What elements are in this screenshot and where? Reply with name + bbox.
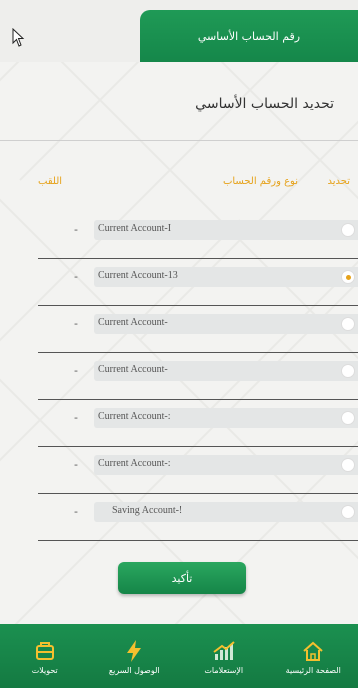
account-row[interactable]: - Current Account-I [38,212,358,259]
account-name: Current Account- [98,317,168,328]
account-radio[interactable] [341,458,355,472]
nav-home[interactable]: الصفحة الرئيسية [269,624,358,688]
account-nickname: - [74,364,78,377]
account-name: Current Account-: [98,411,171,422]
account-radio[interactable] [341,317,355,331]
account-nickname: - [74,270,78,283]
account-nickname: - [74,458,78,471]
home-icon [301,638,325,664]
section-title: تحديد الحساب الأساسي [195,96,334,112]
account-name: Current Account-: [98,458,171,469]
account-nickname: - [74,411,78,424]
confirm-button-label: تأكيد [171,571,193,585]
column-header-select: تحديد [327,176,350,187]
nav-quick-access[interactable]: الوصول السريع [90,624,180,688]
nav-home-label: الصفحة الرئيسية [285,665,341,675]
account-radio-selected[interactable] [341,270,355,284]
account-nickname: - [74,317,78,330]
bottom-nav: تحويلات الوصول السريع الإستعلامات الصفحة… [0,624,358,688]
account-radio[interactable] [341,364,355,378]
account-row[interactable]: - Current Account- [38,353,358,400]
account-row[interactable]: - Current Account- [38,306,358,353]
tab-primary-account[interactable]: رقم الحساب الأساسي [140,10,358,62]
tab-primary-account-label: رقم الحساب الأساسي [197,29,301,43]
account-radio[interactable] [341,223,355,237]
chart-icon [212,638,236,664]
lightning-icon [124,638,144,664]
transfer-icon [34,638,56,664]
confirm-button[interactable]: تأكيد [118,562,246,594]
nav-transfers[interactable]: تحويلات [0,624,90,688]
account-row[interactable]: - Current Account-: [38,400,358,447]
account-nickname: - [74,223,78,236]
account-radio[interactable] [341,505,355,519]
account-row[interactable]: - Current Account-: [38,447,358,494]
account-list: - Current Account-I - Current Account-13… [38,212,358,541]
account-name: Saving Account-! [112,505,183,516]
divider [0,140,358,141]
nav-transfers-label: تحويلات [31,665,58,675]
nav-inquiries-label: الإستعلامات [204,665,244,675]
account-name: Current Account- [98,364,168,375]
column-header-account-type: نوع ورقم الحساب [222,176,298,187]
account-name: Current Account-I [98,223,172,234]
column-header-nickname: اللقب [38,176,63,187]
nav-quick-access-label: الوصول السريع [108,665,160,675]
account-row[interactable]: - Saving Account-! [38,494,358,541]
account-row[interactable]: - Current Account-13 [38,259,358,306]
nav-inquiries[interactable]: الإستعلامات [179,624,269,688]
account-radio[interactable] [341,411,355,425]
account-nickname: - [74,505,78,518]
mouse-cursor-icon [12,28,25,47]
account-name: Current Account-13 [98,270,178,281]
